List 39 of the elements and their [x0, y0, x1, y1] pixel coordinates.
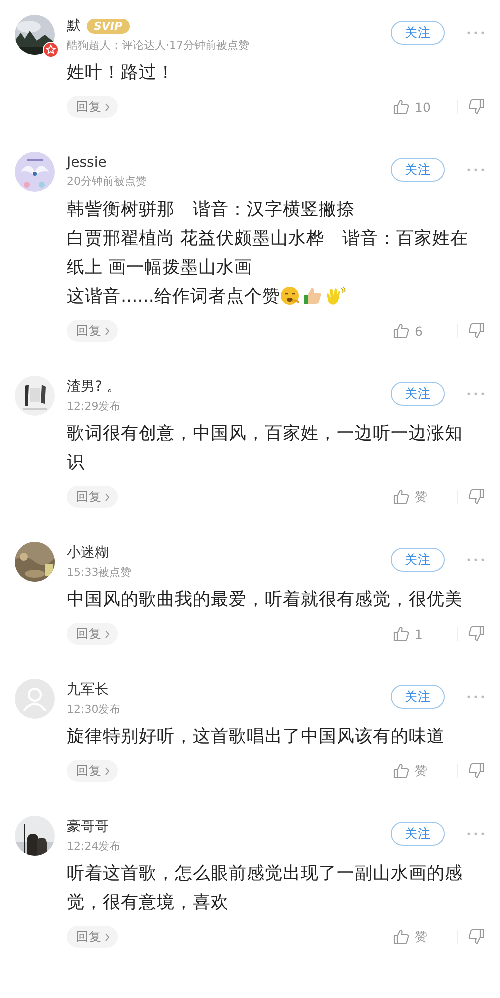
like-count: 赞	[415, 762, 428, 780]
reply-button[interactable]: 回复	[67, 623, 118, 645]
user-name[interactable]: 九军长	[67, 681, 109, 699]
follow-button[interactable]: 关注	[391, 548, 445, 572]
comment-meta: 12:29发布	[67, 399, 122, 414]
follow-button[interactable]: 关注	[391, 21, 445, 45]
comment-text: 这谐音......给作词者点个赞	[67, 287, 280, 307]
follow-button[interactable]: 关注	[391, 685, 445, 709]
comment-text: 姓叶！路过！	[67, 63, 175, 83]
comment-text: 白贾邢翟植尚 花益伏颇墨山水桦 谐音：百家姓在纸上 画一幅拨墨山水画	[67, 229, 469, 278]
follow-button[interactable]: 关注	[391, 382, 445, 406]
like-count: 10	[415, 100, 431, 114]
reply-button[interactable]: 回复	[67, 320, 118, 342]
comment-meta: 酷狗超人：评论达人·17分钟前被点赞	[67, 38, 250, 53]
user-name[interactable]: Jessie	[67, 155, 107, 171]
user-name[interactable]: 渣男? 。	[67, 378, 121, 396]
reply-button[interactable]: 回复	[67, 486, 118, 508]
reply-button[interactable]: 回复	[67, 96, 118, 118]
comment-text: 听着这首歌，怎么眼前感觉出现了一副山水画的感觉，很有意境，喜欢	[67, 864, 463, 913]
like-count: 1	[415, 626, 423, 642]
reply-button[interactable]: 回复	[67, 926, 118, 948]
like-count: 赞	[415, 928, 428, 946]
comment-meta: 15:33被点赞	[67, 565, 133, 580]
reply-button[interactable]: 回复	[67, 760, 118, 782]
follow-button[interactable]: 关注	[391, 158, 445, 182]
like-count: 赞	[415, 488, 428, 506]
comment-text: 韩訾衡树骈那 谐音：汉字横竖撇捺	[67, 200, 355, 220]
comment-meta: 12:30发布	[67, 702, 122, 717]
user-name[interactable]: 豪哥哥	[67, 818, 109, 836]
comment-meta: 12:24发布	[67, 839, 122, 854]
comment-text: 旋律特别好听，这首歌唱出了中国风该有的味道	[67, 727, 445, 747]
comment-meta: 20分钟前被点赞	[67, 174, 148, 189]
user-name[interactable]: 默	[67, 17, 81, 35]
like-count: 6	[415, 324, 423, 338]
comment-text: 中国风的歌曲我的最爱，听着就很有感觉，很优美	[67, 590, 463, 610]
comment-text: 歌词很有创意，中国风，百家姓，一边听一边涨知识	[67, 424, 463, 473]
vip-badge: SVIP	[87, 18, 130, 34]
user-name[interactable]: 小迷糊	[67, 544, 109, 562]
follow-button[interactable]: 关注	[391, 822, 445, 846]
